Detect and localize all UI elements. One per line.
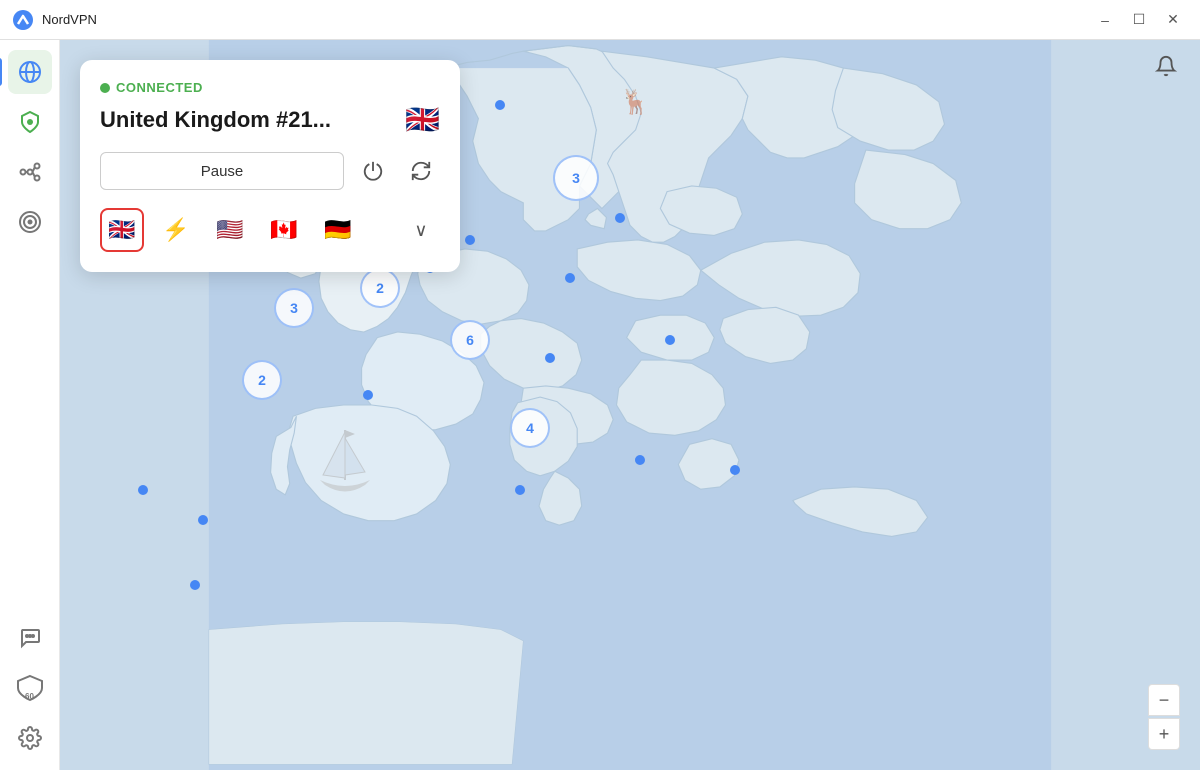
window-controls: – ☐ ✕ <box>1090 8 1188 32</box>
dot-ukraine[interactable] <box>565 273 575 283</box>
deer-icon: 🦌 <box>620 88 650 117</box>
nordvpn-logo-icon <box>12 9 34 31</box>
quick-connect-us[interactable]: 🇺🇸 <box>208 208 252 252</box>
dot-romania[interactable] <box>545 353 555 363</box>
expand-button[interactable]: ∨ <box>402 211 440 249</box>
map-area[interactable]: 🌲 🦌 4 3 <box>60 40 1200 770</box>
map-controls: − + <box>1148 684 1180 750</box>
quick-connect-de[interactable]: 🇩🇪 <box>316 208 360 252</box>
server-flag: 🇬🇧 <box>405 103 440 136</box>
quick-connect-uk[interactable]: 🇬🇧 <box>100 208 144 252</box>
dot-poland[interactable] <box>465 235 475 245</box>
app-title: NordVPN <box>42 12 1090 27</box>
target-icon <box>18 210 42 234</box>
sidebar-item-meshnet[interactable] <box>8 150 52 194</box>
quick-connect-lightning[interactable]: ⚡ <box>154 208 198 252</box>
connection-status: CONNECTED <box>100 80 440 95</box>
minimize-button[interactable]: – <box>1090 8 1120 32</box>
cluster-6-austria[interactable]: 6 <box>450 320 490 360</box>
shield-icon <box>18 110 42 134</box>
cluster-3-neth[interactable]: 3 <box>274 288 314 328</box>
cluster-label: 6 <box>466 332 474 348</box>
dot-italy[interactable] <box>363 390 373 400</box>
status-dot <box>100 83 110 93</box>
cluster-label: 2 <box>258 372 266 388</box>
dot-far-east[interactable] <box>730 465 740 475</box>
power-icon <box>362 160 384 182</box>
reconnect-button[interactable] <box>402 152 440 190</box>
cluster-4-balkans[interactable]: 4 <box>510 408 550 448</box>
connection-panel: CONNECTED United Kingdom #21... 🇬🇧 Pause <box>80 60 460 272</box>
notification-button[interactable] <box>1148 48 1184 84</box>
title-bar: NordVPN – ☐ ✕ <box>0 0 1200 40</box>
settings-icon <box>18 726 42 750</box>
dot-turkey[interactable] <box>635 455 645 465</box>
dot-finland[interactable] <box>495 100 505 110</box>
cluster-2-spain[interactable]: 2 <box>242 360 282 400</box>
dot-russia2[interactable] <box>615 213 625 223</box>
sidebar-item-threat[interactable] <box>8 200 52 244</box>
sidebar: 60 <box>0 40 60 770</box>
cluster-label: 2 <box>376 280 384 296</box>
cluster-label: 3 <box>290 300 298 316</box>
sailboat-decoration <box>305 420 385 514</box>
server-row: United Kingdom #21... 🇬🇧 <box>100 103 440 136</box>
cluster-3-east[interactable]: 3 <box>553 155 599 201</box>
sidebar-item-support[interactable] <box>8 616 52 660</box>
server-name: United Kingdom #21... <box>100 107 331 133</box>
action-row: Pause <box>100 152 440 190</box>
quick-connect-ca[interactable]: 🇨🇦 <box>262 208 306 252</box>
cluster-label: 4 <box>526 420 534 436</box>
globe-icon <box>18 60 42 84</box>
close-button[interactable]: ✕ <box>1158 8 1188 32</box>
sidebar-item-settings[interactable] <box>8 716 52 760</box>
power-button[interactable] <box>354 152 392 190</box>
sidebar-item-map[interactable] <box>8 50 52 94</box>
main-layout: 60 <box>0 40 1200 770</box>
dot-greece[interactable] <box>515 485 525 495</box>
notification-area <box>1148 48 1184 84</box>
badge-label: 60 <box>25 692 34 701</box>
dot-russia[interactable] <box>665 335 675 345</box>
dot-morocco[interactable] <box>190 580 200 590</box>
dot-portugal[interactable] <box>138 485 148 495</box>
status-text: CONNECTED <box>116 80 203 95</box>
zoom-out-button[interactable]: − <box>1148 684 1180 716</box>
cluster-label: 3 <box>572 170 580 186</box>
zoom-in-button[interactable]: + <box>1148 718 1180 750</box>
quick-connect-row: 🇬🇧 ⚡ 🇺🇸 🇨🇦 🇩🇪 ∨ <box>100 208 440 252</box>
pause-button[interactable]: Pause <box>100 152 344 190</box>
dot-spain2[interactable] <box>198 515 208 525</box>
active-indicator <box>0 58 2 86</box>
chat-icon <box>18 626 42 650</box>
maximize-button[interactable]: ☐ <box>1124 8 1154 32</box>
sidebar-item-shield[interactable] <box>8 100 52 144</box>
cluster-2-france[interactable]: 2 <box>360 268 400 308</box>
reconnect-icon <box>410 160 432 182</box>
mesh-icon <box>18 160 42 184</box>
sidebar-item-badge[interactable]: 60 <box>8 666 52 710</box>
bell-icon <box>1155 55 1177 77</box>
